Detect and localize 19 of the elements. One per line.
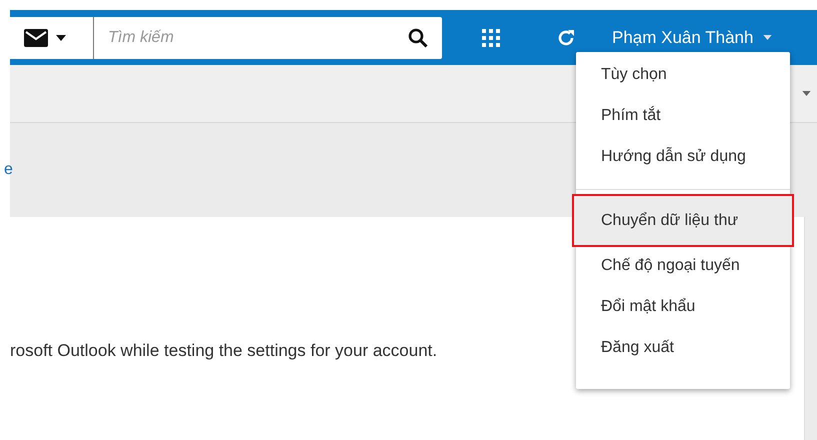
menu-item[interactable]: Tùy chọn [576, 66, 790, 107]
search-icon [408, 28, 428, 48]
refresh-icon[interactable] [556, 28, 576, 48]
menu-item[interactable]: Hướng dẫn sử dụng [576, 148, 790, 189]
menu-item[interactable]: Chuyển dữ liệu thư [574, 196, 792, 245]
user-menu-button[interactable]: Phạm Xuân Thành [612, 28, 772, 48]
apps-grid-icon[interactable] [482, 28, 500, 46]
menu-item[interactable]: Phím tắt [576, 107, 790, 148]
envelope-icon [24, 28, 48, 46]
search-field[interactable]: Tìm kiếm [94, 16, 442, 58]
menu-item[interactable]: Chế độ ngoại tuyến [576, 257, 790, 298]
link[interactable]: e [4, 161, 13, 179]
caret-icon[interactable] [802, 91, 811, 96]
mail-menu-button[interactable] [10, 16, 94, 58]
message-text: rosoft Outlook while testing the settings for your account. [10, 341, 438, 360]
caret-icon [56, 34, 66, 40]
caret-icon [763, 35, 772, 40]
menu-item[interactable]: Đổi mật khẩu [576, 298, 790, 339]
menu-item[interactable]: Đăng xuất [576, 339, 790, 380]
